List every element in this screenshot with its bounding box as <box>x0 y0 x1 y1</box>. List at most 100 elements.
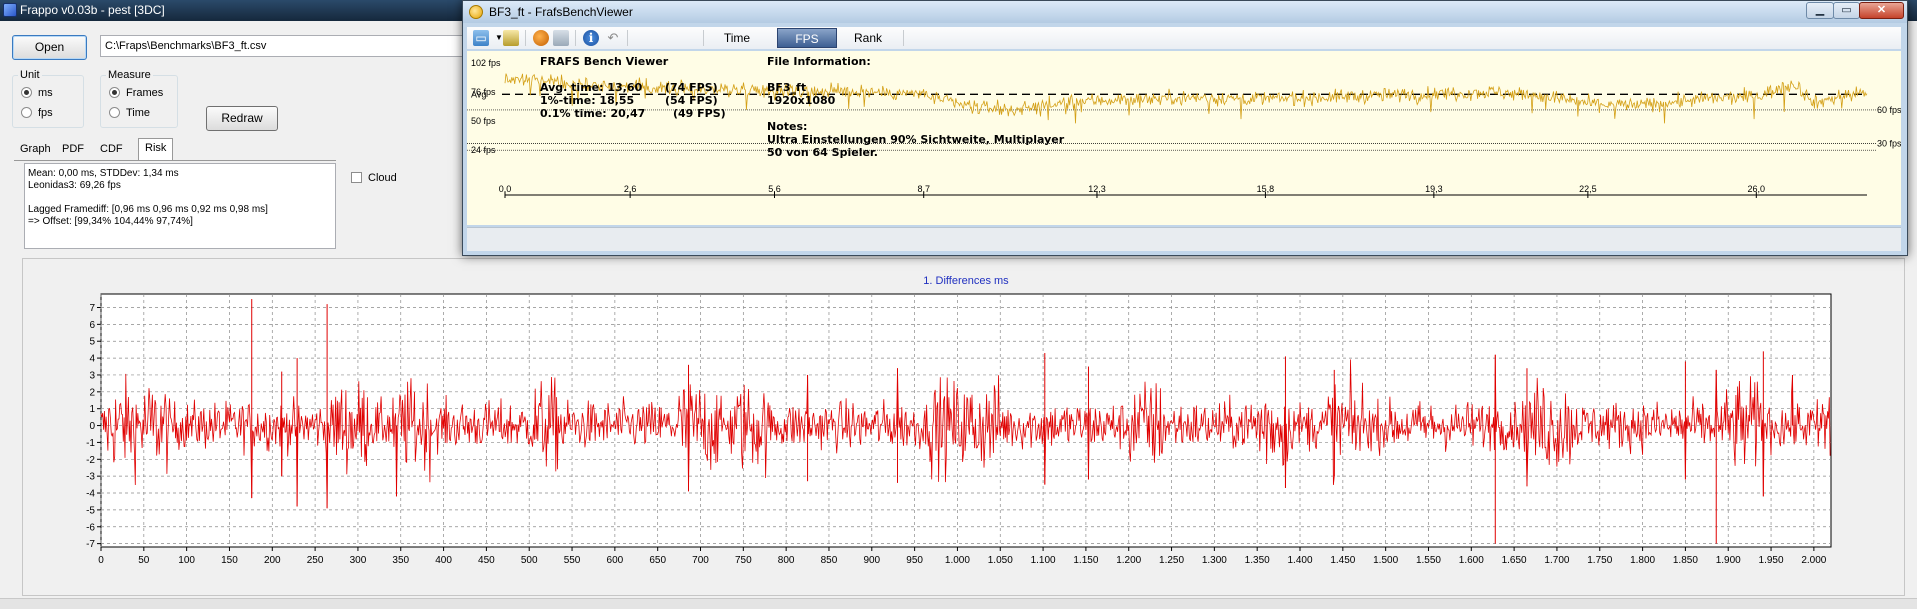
tab-panel-border <box>14 160 336 161</box>
stats-line <box>28 192 332 204</box>
minimize-button[interactable]: ▁ <box>1806 2 1834 19</box>
y-tick-label: -7 <box>86 539 95 550</box>
undo-icon[interactable]: ↶ <box>605 30 621 46</box>
x-tick-label: 1.400 <box>1287 555 1312 566</box>
viewer-bottom-bar <box>467 227 1901 251</box>
avg-time-text: Avg. time: 13,60 <box>540 81 643 94</box>
fps-x-tick-label: 0,0 <box>499 184 512 194</box>
x-tick-label: 250 <box>307 555 324 566</box>
palette-icon[interactable] <box>533 30 549 46</box>
chart-title: 1. Differences ms <box>923 275 1009 287</box>
copy-icon[interactable] <box>553 30 569 46</box>
x-tick-label: 500 <box>521 555 538 566</box>
tab-time[interactable]: Time <box>712 28 762 48</box>
tab-rank[interactable]: Rank <box>843 28 893 48</box>
x-tick-label: 300 <box>350 555 367 566</box>
notes-line: Ultra Einstellungen 90% Sichtweite, Mult… <box>767 133 1065 146</box>
radio-unchecked-icon <box>109 107 120 118</box>
save-image-icon[interactable] <box>503 30 519 46</box>
file-info-label: File Information: <box>767 55 871 68</box>
differences-chart-panel: 1. Differences ms 7 6 5 4 3 2 1 0 -1 -2 -3 -4 -5 -6 -7 0… <box>22 258 1905 596</box>
toolbar-separator <box>703 30 704 46</box>
toolbar-separator <box>627 30 628 46</box>
cloud-checkbox[interactable]: Cloud <box>351 172 397 184</box>
open-button[interactable]: Open <box>12 35 87 60</box>
cloud-label: Cloud <box>368 172 397 184</box>
fps-chart: 102 fps76 fpsAvg50 fps24 fps60 fps30 fps… <box>467 58 1901 198</box>
x-tick-label: 100 <box>178 555 195 566</box>
measure-time-label: Time <box>126 107 151 119</box>
unit-ms-radio[interactable]: ms <box>21 87 53 99</box>
notes-line: 50 von 64 Spieler. <box>767 146 878 159</box>
redraw-button[interactable]: Redraw <box>206 106 278 131</box>
folder-open-icon[interactable]: ▭ <box>473 30 489 46</box>
measure-time-radio[interactable]: Time <box>109 107 150 119</box>
x-tick-label: 1.950 <box>1759 555 1784 566</box>
x-tick-label: 600 <box>607 555 624 566</box>
x-tick-label: 1.700 <box>1544 555 1569 566</box>
x-tick-label: 1.550 <box>1416 555 1441 566</box>
p1-time-text: 1%-time: 18,55 <box>540 94 635 107</box>
differences-chart: 1. Differences ms76543210-1-2-3-4-5-6-70… <box>86 275 1832 566</box>
fps-chart-canvas: 102 fps 76 fps Avg 50 fps 24 fps 60 fps 30 fps… <box>467 51 1901 225</box>
x-tick-label: 1.650 <box>1502 555 1527 566</box>
tab-cdf[interactable]: CDF <box>94 140 129 160</box>
measure-frames-label: Frames <box>126 87 164 99</box>
y-tick-label: 7 <box>89 303 95 314</box>
x-tick-label: 1.750 <box>1587 555 1612 566</box>
y-tick-label: -3 <box>86 472 95 483</box>
tab-risk[interactable]: Risk <box>138 138 174 160</box>
x-tick-label: 900 <box>863 555 880 566</box>
tab-fps[interactable]: FPS <box>777 28 837 48</box>
risk-stats-textbox[interactable]: Mean: 0,00 ms, STDDev: 1,34 ms Leonidas3… <box>24 163 336 249</box>
toolbar-separator <box>903 30 904 46</box>
fps-x-tick-label: 5,6 <box>768 184 781 194</box>
x-tick-label: 400 <box>435 555 452 566</box>
fps-y-tick-label: Avg <box>471 89 486 99</box>
x-tick-label: 750 <box>735 555 752 566</box>
x-tick-label: 1.050 <box>988 555 1013 566</box>
fps-x-tick-label: 19,3 <box>1425 184 1443 194</box>
bench-viewer-window: BF3_ft - FrafsBenchViewer ▁ ▭ ✕ ▭ ▼ i ↶ … <box>462 0 1908 256</box>
x-tick-label: 1.150 <box>1073 555 1098 566</box>
fps-x-tick-label: 12,3 <box>1088 184 1106 194</box>
main-window-title: Frappo v0.03b - pest [3DC] <box>20 3 165 17</box>
info-icon[interactable]: i <box>583 30 599 46</box>
status-strip <box>0 598 1917 609</box>
y-tick-label: 0 <box>89 421 95 432</box>
unit-ms-label: ms <box>38 87 53 99</box>
tab-pdf[interactable]: PDF <box>56 140 90 160</box>
x-tick-label: 1.350 <box>1245 555 1270 566</box>
tab-graph[interactable]: Graph <box>14 140 57 160</box>
y-tick-label: 1 <box>89 404 95 415</box>
x-tick-label: 350 <box>392 555 409 566</box>
viewer-toolbar: ▭ ▼ i ↶ Time FPS Rank <box>467 27 1901 49</box>
y-tick-label: 4 <box>89 354 95 365</box>
close-button[interactable]: ✕ <box>1859 2 1904 19</box>
resolution-text: 1920x1080 <box>767 94 836 107</box>
file-name-text: BF3_ft <box>767 81 807 94</box>
viewer-titlebar[interactable]: BF3_ft - FrafsBenchViewer <box>463 1 1907 23</box>
fps-ref-label: 60 fps <box>1877 105 1901 115</box>
radio-checked-icon <box>21 87 32 98</box>
measure-frames-radio[interactable]: Frames <box>109 87 163 99</box>
viewer-window-title: BF3_ft - FrafsBenchViewer <box>489 5 633 19</box>
x-tick-label: 450 <box>478 555 495 566</box>
unit-group-label: Unit <box>18 69 42 81</box>
p01-fps-text: (49 FPS) <box>673 107 726 120</box>
stats-line: => Offset: [99,34% 104,44% 97,74%] <box>28 216 193 227</box>
y-tick-label: 6 <box>89 320 95 331</box>
maximize-button[interactable]: ▭ <box>1833 2 1860 19</box>
p01-time-text: 0.1% time: 20,47 <box>540 107 646 120</box>
y-tick-label: -5 <box>86 505 95 516</box>
x-tick-label: 1.850 <box>1673 555 1698 566</box>
file-path-input[interactable] <box>100 35 470 57</box>
frappo-app-icon <box>3 3 17 17</box>
stats-line: Leonidas3: 69,26 fps <box>28 180 121 191</box>
fps-x-tick-label: 26,0 <box>1748 184 1766 194</box>
fps-x-tick-label: 8,7 <box>917 184 930 194</box>
x-tick-label: 1.800 <box>1630 555 1655 566</box>
bench-title: FRAFS Bench Viewer <box>540 55 669 68</box>
notes-label: Notes: <box>767 120 808 133</box>
unit-fps-radio[interactable]: fps <box>21 107 53 119</box>
